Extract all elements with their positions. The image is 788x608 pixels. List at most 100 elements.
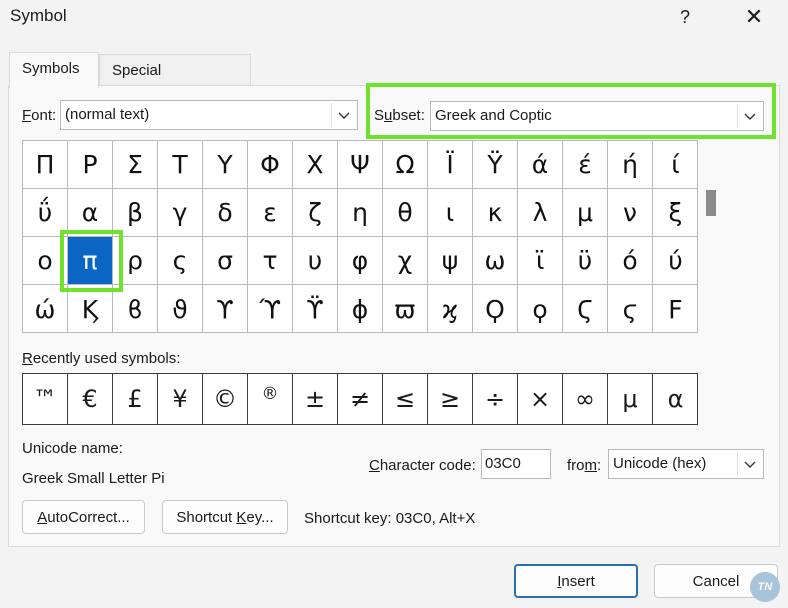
from-value: Unicode (hex) bbox=[613, 455, 707, 472]
symbol-cell[interactable]: ψ bbox=[428, 237, 473, 285]
symbol-cell[interactable]: Π bbox=[23, 141, 68, 189]
tab-symbols-label: Symbols bbox=[22, 60, 80, 77]
symbol-cell[interactable]: ϋ bbox=[563, 237, 608, 285]
character-code-input[interactable]: 03C0 bbox=[481, 449, 551, 479]
symbol-cell[interactable]: ϒ bbox=[203, 285, 248, 333]
symbol-cell[interactable]: έ bbox=[563, 141, 608, 189]
from-label: from: bbox=[567, 457, 602, 474]
symbol-cell[interactable]: μ bbox=[563, 189, 608, 237]
title-bar: Symbol ? ✕ bbox=[0, 0, 788, 36]
symbol-cell[interactable]: Ϋ bbox=[473, 141, 518, 189]
symbol-cell[interactable]: Ρ bbox=[68, 141, 113, 189]
character-code-value: 03C0 bbox=[485, 455, 521, 472]
symbol-cell[interactable]: ϗ bbox=[428, 285, 473, 333]
symbol-cell[interactable]: Χ bbox=[293, 141, 338, 189]
recent-symbol-cell[interactable]: ± bbox=[293, 374, 338, 424]
close-button[interactable]: ✕ bbox=[738, 4, 770, 30]
symbol-cell[interactable]: ά bbox=[518, 141, 563, 189]
symbol-cell[interactable]: ϊ bbox=[518, 237, 563, 285]
symbol-cell[interactable]: ϔ bbox=[293, 285, 338, 333]
recent-symbol-cell[interactable]: € bbox=[68, 374, 113, 424]
font-value: (normal text) bbox=[65, 106, 150, 123]
font-dropdown[interactable]: (normal text) bbox=[60, 100, 358, 130]
symbol-cell[interactable]: Ϛ bbox=[563, 285, 608, 333]
scrollbar-thumb[interactable] bbox=[706, 190, 716, 216]
symbol-cell[interactable]: Ϊ bbox=[428, 141, 473, 189]
recent-symbol-cell[interactable]: © bbox=[203, 374, 248, 424]
autocorrect-button[interactable]: AutoCorrect... bbox=[22, 500, 145, 534]
symbol-cell[interactable]: χ bbox=[383, 237, 428, 285]
symbol-cell[interactable]: ϐ bbox=[113, 285, 158, 333]
recent-symbol-cell[interactable]: ÷ bbox=[473, 374, 518, 424]
shortcut-key-button[interactable]: Shortcut Key... bbox=[162, 500, 288, 534]
symbol-cell[interactable]: Ϗ bbox=[68, 285, 113, 333]
symbol-cell[interactable]: ϓ bbox=[248, 285, 293, 333]
symbol-cell[interactable]: Ω bbox=[383, 141, 428, 189]
symbol-cell[interactable]: ύ bbox=[653, 237, 698, 285]
symbol-cell[interactable]: ί bbox=[653, 141, 698, 189]
recent-symbol-cell[interactable]: ¥ bbox=[158, 374, 203, 424]
from-chevron-down-icon[interactable] bbox=[737, 452, 761, 476]
symbol-cell[interactable]: ϖ bbox=[383, 285, 428, 333]
subset-label: Subset: bbox=[374, 107, 425, 124]
recent-symbol-cell[interactable]: £ bbox=[113, 374, 158, 424]
subset-chevron-down-icon[interactable] bbox=[737, 104, 761, 128]
symbol-cell[interactable]: ζ bbox=[293, 189, 338, 237]
tab-symbols[interactable]: Symbols bbox=[9, 52, 99, 88]
symbol-cell[interactable]: Ψ bbox=[338, 141, 383, 189]
symbol-cell[interactable]: γ bbox=[158, 189, 203, 237]
insert-button[interactable]: Insert bbox=[514, 564, 638, 598]
recent-symbol-cell[interactable]: ∞ bbox=[563, 374, 608, 424]
recent-symbol-cell[interactable]: ≥ bbox=[428, 374, 473, 424]
symbol-cell[interactable]: υ bbox=[293, 237, 338, 285]
unicode-name-label: Unicode name: bbox=[22, 440, 123, 457]
symbol-cell[interactable]: ϑ bbox=[158, 285, 203, 333]
symbol-cell[interactable]: λ bbox=[518, 189, 563, 237]
symbol-cell[interactable]: ϛ bbox=[608, 285, 653, 333]
symbol-cell[interactable]: Σ bbox=[113, 141, 158, 189]
font-chevron-down-icon[interactable] bbox=[331, 103, 355, 127]
help-button[interactable]: ? bbox=[672, 4, 698, 30]
symbol-cell[interactable]: ι bbox=[428, 189, 473, 237]
recent-symbol-cell[interactable]: ≠ bbox=[338, 374, 383, 424]
subset-value: Greek and Coptic bbox=[435, 107, 552, 124]
watermark-logo: TN bbox=[750, 572, 780, 602]
symbol-grid-scrollbar[interactable] bbox=[700, 140, 720, 333]
recent-symbol-cell[interactable]: μ bbox=[608, 374, 653, 424]
symbol-cell[interactable]: ϕ bbox=[338, 285, 383, 333]
character-code-label: Character code: bbox=[369, 457, 476, 474]
symbol-cell[interactable]: κ bbox=[473, 189, 518, 237]
symbol-cell[interactable]: Υ bbox=[203, 141, 248, 189]
symbol-cell[interactable]: ϙ bbox=[518, 285, 563, 333]
subset-dropdown[interactable]: Greek and Coptic bbox=[430, 101, 764, 131]
shortcut-key-info: Shortcut key: 03C0, Alt+X bbox=[304, 510, 476, 527]
symbol-cell[interactable]: θ bbox=[383, 189, 428, 237]
recent-symbol-cell[interactable]: α bbox=[653, 374, 698, 424]
recent-symbol-cell[interactable]: ≤ bbox=[383, 374, 428, 424]
symbol-cell[interactable]: η bbox=[338, 189, 383, 237]
symbol-cell[interactable]: ν bbox=[608, 189, 653, 237]
from-dropdown[interactable]: Unicode (hex) bbox=[608, 449, 764, 479]
symbol-cell[interactable]: τ bbox=[248, 237, 293, 285]
selected-symbol-highlight-box bbox=[60, 230, 123, 292]
symbol-cell[interactable]: σ bbox=[203, 237, 248, 285]
symbol-cell[interactable]: φ bbox=[338, 237, 383, 285]
recent-symbol-cell[interactable]: ™ bbox=[23, 374, 68, 424]
symbol-cell[interactable]: ή bbox=[608, 141, 653, 189]
symbol-cell[interactable]: ώ bbox=[23, 285, 68, 333]
window-title: Symbol bbox=[10, 6, 67, 25]
symbol-cell[interactable]: ξ bbox=[653, 189, 698, 237]
recent-symbol-cell[interactable]: × bbox=[518, 374, 563, 424]
tab-special-characters[interactable]: Special Characters bbox=[99, 54, 251, 111]
symbol-cell[interactable]: ς bbox=[158, 237, 203, 285]
symbol-cell[interactable]: Ϝ bbox=[653, 285, 698, 333]
symbol-cell[interactable]: ε bbox=[248, 189, 293, 237]
symbol-cell[interactable]: δ bbox=[203, 189, 248, 237]
unicode-name-value: Greek Small Letter Pi bbox=[22, 470, 165, 487]
recent-symbol-cell[interactable]: ® bbox=[248, 374, 293, 424]
symbol-cell[interactable]: ω bbox=[473, 237, 518, 285]
symbol-cell[interactable]: ό bbox=[608, 237, 653, 285]
symbol-cell[interactable]: Τ bbox=[158, 141, 203, 189]
symbol-cell[interactable]: Φ bbox=[248, 141, 293, 189]
symbol-cell[interactable]: Ϙ bbox=[473, 285, 518, 333]
